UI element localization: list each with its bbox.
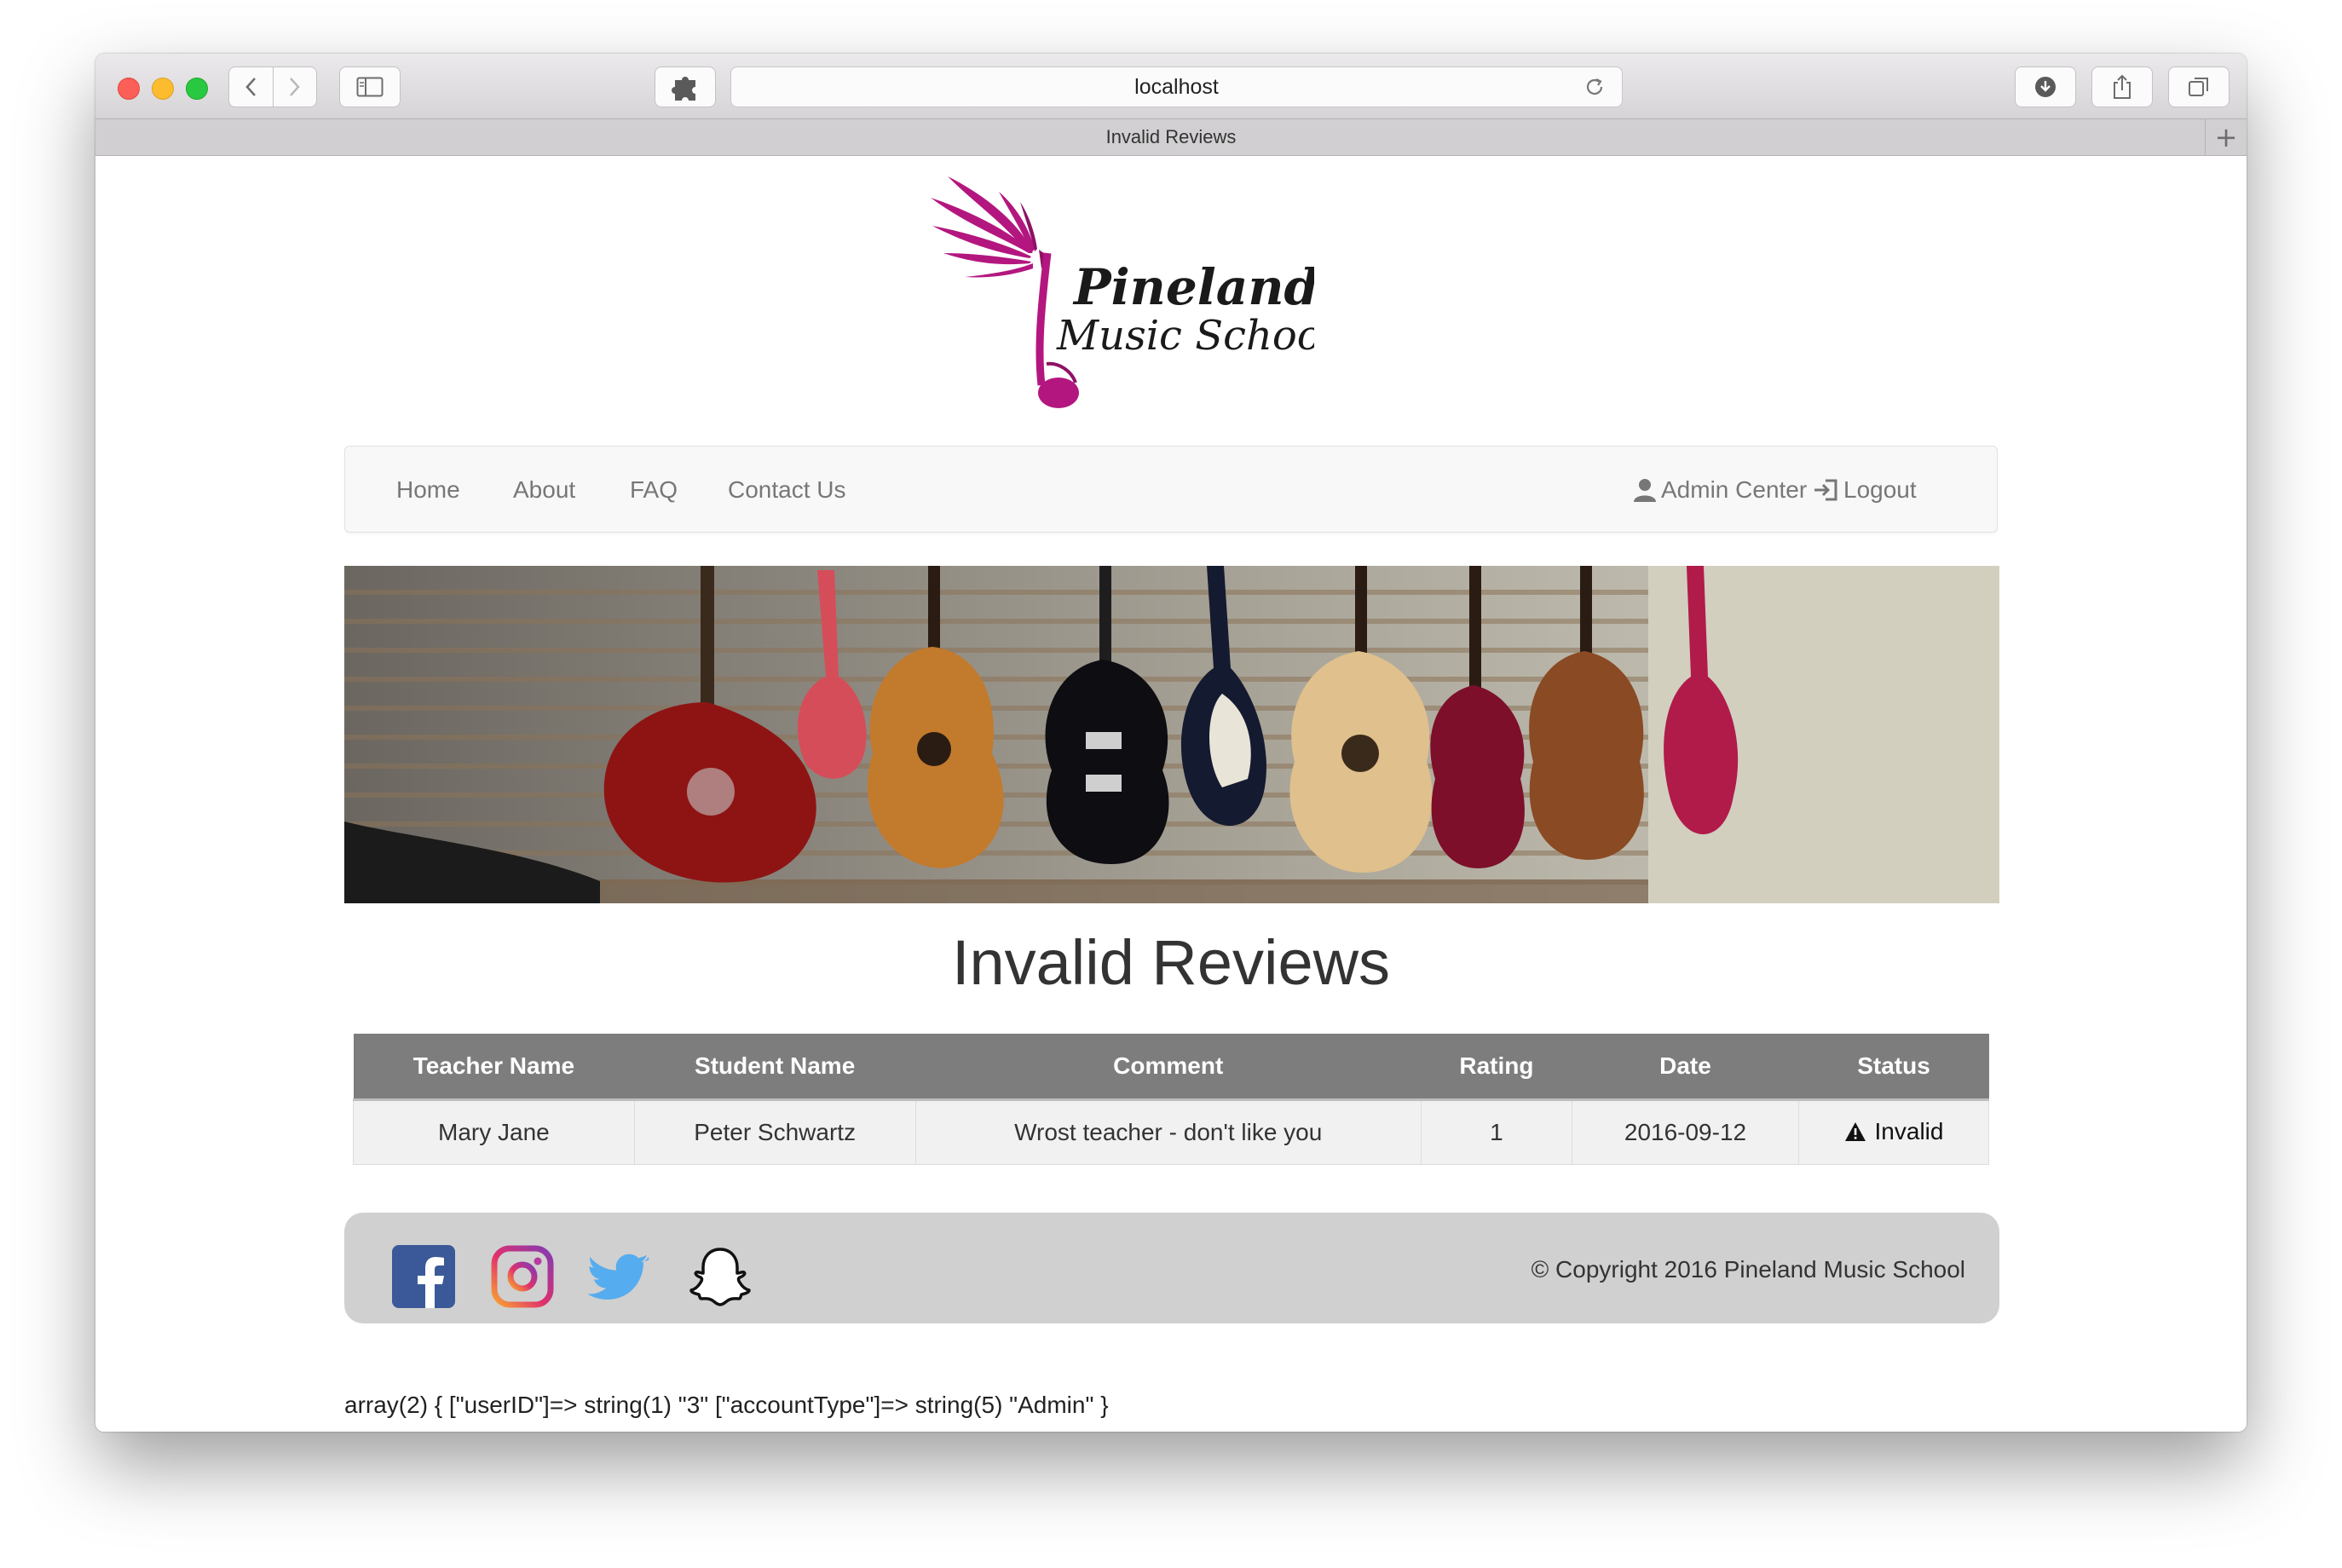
tabs-icon xyxy=(2189,78,2208,96)
extensions-button[interactable] xyxy=(655,66,716,107)
cell-student: Peter Schwartz xyxy=(633,1099,916,1165)
header-rating: Rating xyxy=(1421,1034,1572,1101)
site-footer: © Copyright 2016 Pineland Music School xyxy=(344,1213,1999,1323)
share-button[interactable] xyxy=(2091,66,2153,107)
snapchat-icon[interactable] xyxy=(689,1245,752,1308)
browser-window: localhost Invalid Reviews + Pinelan Musi… xyxy=(95,54,2247,1432)
nav-home[interactable]: Home xyxy=(396,476,460,504)
zoom-window-button[interactable] xyxy=(186,78,208,100)
instagram-icon[interactable] xyxy=(491,1245,554,1308)
table-row: Mary Jane Peter Schwartz Wrost teacher -… xyxy=(353,1099,1989,1165)
header-comment: Comment xyxy=(915,1034,1422,1101)
note-head xyxy=(1038,378,1079,408)
minimize-window-button[interactable] xyxy=(152,78,174,100)
invalid-reviews-table: Teacher Name Student Name Comment Rating… xyxy=(353,1034,1989,1165)
tab-title[interactable]: Invalid Reviews xyxy=(1106,126,1237,148)
reload-icon[interactable] xyxy=(1583,75,1607,105)
facebook-icon[interactable] xyxy=(392,1245,455,1308)
table-header-row: Teacher Name Student Name Comment Rating… xyxy=(353,1034,1989,1101)
download-icon xyxy=(2035,77,2056,97)
cell-date: 2016-09-12 xyxy=(1571,1099,1800,1165)
nav-logout-label: Logout xyxy=(1843,476,1917,503)
downloads-button[interactable] xyxy=(2015,66,2076,107)
new-tab-button[interactable]: + xyxy=(2205,119,2247,155)
chevron-right-icon xyxy=(289,78,300,96)
login-icon xyxy=(1814,479,1837,501)
page-title: Invalid Reviews xyxy=(951,927,1391,998)
nav-admin-label: Admin Center xyxy=(1661,476,1808,503)
header-student-name: Student Name xyxy=(634,1034,916,1101)
forward-button[interactable] xyxy=(272,67,317,107)
chevron-left-icon xyxy=(245,78,257,96)
plus-icon: + xyxy=(2214,121,2238,153)
cell-rating: 1 xyxy=(1420,1099,1572,1165)
nav-about[interactable]: About xyxy=(513,476,575,504)
header-teacher-name: Teacher Name xyxy=(353,1034,635,1101)
header-status: Status xyxy=(1798,1034,1989,1101)
guitars-banner-image xyxy=(344,566,1999,903)
logo-line1: Pinelands xyxy=(1072,258,1314,316)
logo-line2: Music School xyxy=(1056,312,1314,360)
wing-icon xyxy=(931,176,1050,278)
debug-output: array(2) { ["userID"]=> string(1) "3" ["… xyxy=(344,1392,1109,1418)
status-indicator: Invalid xyxy=(1844,1117,1944,1145)
nav-faq[interactable]: FAQ xyxy=(630,476,678,504)
web-page: Pinelands Music School Home About FAQ Co… xyxy=(95,156,2247,1432)
browser-toolbar: localhost xyxy=(95,54,2247,118)
tab-bar: Invalid Reviews + xyxy=(95,118,2247,156)
tabs-overview-button[interactable] xyxy=(2168,66,2230,107)
note-stem xyxy=(1035,252,1052,386)
back-button[interactable] xyxy=(229,67,273,107)
copyright-text: © Copyright 2016 Pineland Music School xyxy=(1531,1256,1965,1283)
cell-comment: Wrost teacher - don't like you xyxy=(914,1099,1422,1165)
twitter-icon[interactable] xyxy=(588,1245,651,1308)
nav-logout[interactable]: Logout xyxy=(1813,476,1917,504)
header-date: Date xyxy=(1572,1034,1799,1101)
sidebar-icon xyxy=(356,77,384,97)
status-label: Invalid xyxy=(1874,1117,1944,1144)
user-icon xyxy=(1634,479,1656,502)
cell-teacher: Mary Jane xyxy=(353,1099,635,1165)
school-logo[interactable]: Pinelands Music School xyxy=(931,168,1314,424)
nav-admin-center[interactable]: Admin Center xyxy=(1634,476,1807,504)
share-icon xyxy=(2114,74,2131,99)
cell-status[interactable]: Invalid xyxy=(1798,1099,1989,1165)
sidebar-toggle-button[interactable] xyxy=(339,66,401,107)
history-nav xyxy=(228,66,317,107)
address-text: localhost xyxy=(1134,74,1219,99)
close-window-button[interactable] xyxy=(118,78,140,100)
puzzle-icon xyxy=(672,77,695,101)
warning-icon xyxy=(1844,1121,1866,1141)
address-bar[interactable]: localhost xyxy=(730,66,1623,107)
nav-contact-us[interactable]: Contact Us xyxy=(728,476,846,504)
main-navbar: Home About FAQ Contact Us Admin Center L… xyxy=(344,446,1998,533)
